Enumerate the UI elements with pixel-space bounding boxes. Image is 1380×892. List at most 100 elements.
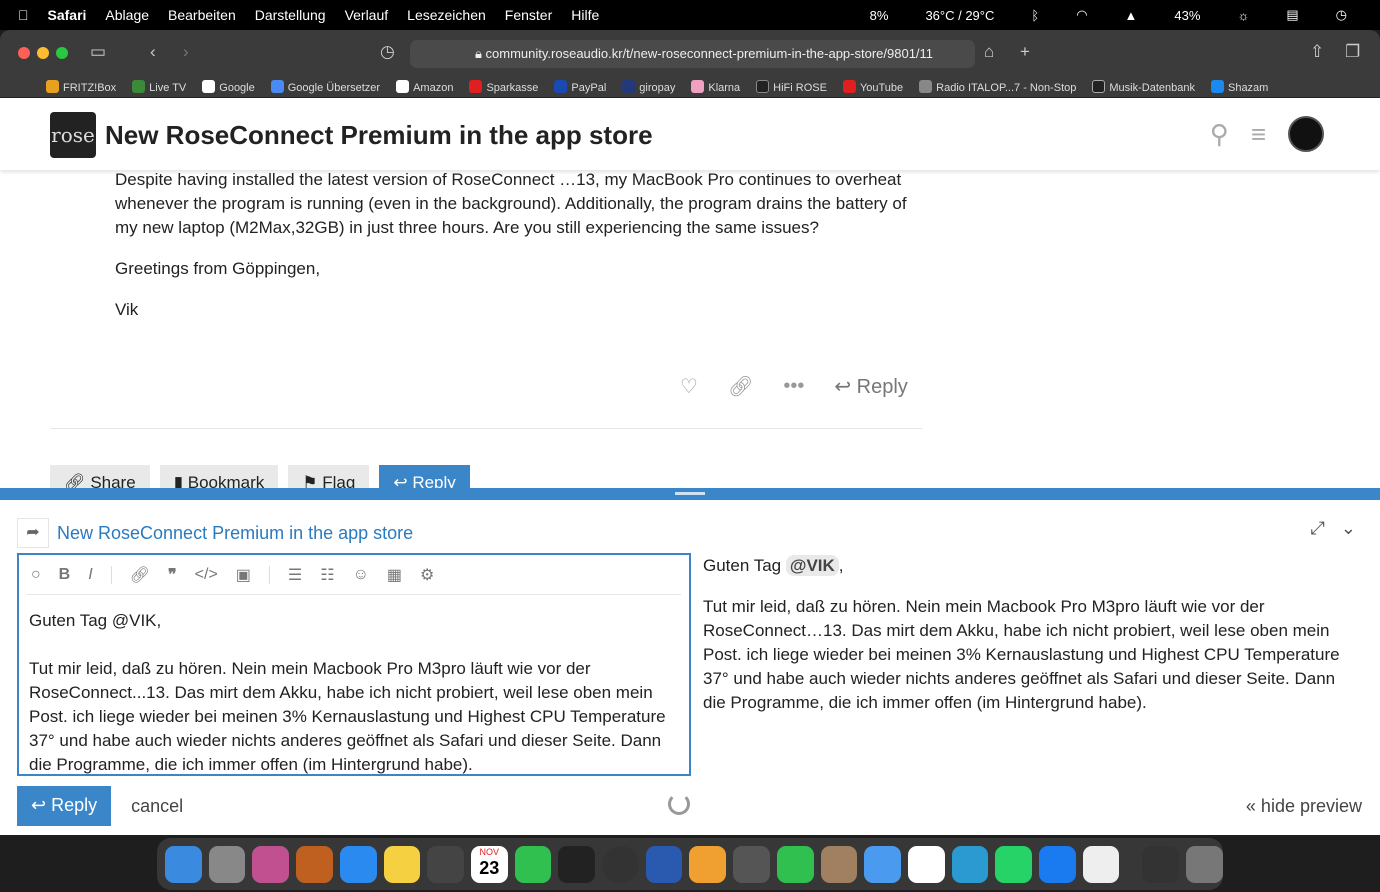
brightness-icon[interactable]: ☼	[1237, 8, 1249, 23]
app-icon[interactable]	[602, 845, 639, 883]
mail-icon[interactable]	[864, 845, 901, 883]
battery-status[interactable]: 43%	[1174, 8, 1200, 23]
bookmark-shazam[interactable]: Shazam	[1210, 79, 1268, 94]
sidebar-icon[interactable]: ▭	[90, 42, 106, 62]
italic-icon[interactable]: I	[88, 566, 92, 584]
page-title[interactable]: New RoseConnect Premium in the app store	[105, 120, 653, 151]
whatsapp-icon[interactable]	[995, 845, 1033, 883]
hide-preview-link[interactable]: « hide preview	[1246, 796, 1362, 817]
bookmark-youtube[interactable]: YouTube	[842, 79, 903, 94]
submit-reply-button[interactable]: ↩ Reply	[17, 786, 112, 826]
calculator-icon[interactable]	[427, 845, 464, 883]
system-settings-icon[interactable]	[208, 845, 246, 883]
copy-link-icon[interactable]: 🔗︎	[728, 374, 753, 399]
bookmark-google[interactable]: Google	[202, 79, 255, 94]
code-icon[interactable]: </>	[195, 566, 218, 584]
menu-fenster[interactable]: Fenster	[505, 7, 552, 23]
app-icon[interactable]	[645, 845, 683, 883]
bookmark-amazon[interactable]: Amazon	[396, 79, 453, 94]
app-icon[interactable]	[296, 845, 333, 883]
notes-icon[interactable]	[383, 845, 421, 883]
app-icon[interactable]	[1082, 845, 1120, 883]
calendar-icon[interactable]: ▦	[387, 565, 402, 585]
image-upload-icon[interactable]: ▣	[236, 565, 251, 585]
expand-icon[interactable]: ⤢	[1311, 518, 1325, 539]
user-avatar[interactable]	[1288, 116, 1324, 152]
wifi-icon[interactable]: ◠	[1076, 7, 1087, 23]
search-icon[interactable]: ⚲	[1210, 119, 1229, 150]
menu-verlauf[interactable]: Verlauf	[345, 7, 389, 23]
link-icon[interactable]: 🔗︎	[130, 565, 150, 585]
rose-connect-icon[interactable]	[558, 845, 596, 883]
bluetooth-icon[interactable]: ᛒ	[1031, 8, 1039, 23]
safari-icon[interactable]	[1039, 845, 1076, 883]
address-bar[interactable]: 🔒︎ community.roseaudio.kr/t/new-roseconn…	[410, 40, 975, 68]
trash-icon[interactable]	[1186, 845, 1223, 883]
downloads-icon[interactable]	[1142, 845, 1180, 883]
bookmark-giropay[interactable]: giropay	[622, 79, 675, 94]
bookmark-paypal[interactable]: PayPal	[554, 79, 606, 94]
bullet-list-icon[interactable]: ☰	[288, 565, 302, 585]
composer-textarea[interactable]: Guten Tag @VIK, Tut mir leid, daß zu hör…	[19, 595, 689, 791]
menu-hilfe[interactable]: Hilfe	[571, 7, 599, 23]
bookmark-radio-italop[interactable]: Radio ITALOP...7 - Non-Stop	[919, 79, 1076, 94]
bookmark-musik-datenbank[interactable]: Musik-Datenbank	[1092, 79, 1195, 94]
hamburger-menu-icon[interactable]: ≡	[1251, 119, 1266, 150]
messages-icon[interactable]	[514, 845, 552, 883]
zoom-window-button[interactable]	[56, 47, 68, 59]
mention-badge[interactable]: @VIK	[785, 555, 839, 576]
new-tab-icon[interactable]: +	[1020, 42, 1030, 62]
menu-lesezeichen[interactable]: Lesezeichen	[407, 7, 486, 23]
control-center-icon[interactable]: ▤	[1286, 7, 1298, 23]
bookmark-live-tv[interactable]: Live TV	[132, 79, 186, 94]
app-icon[interactable]	[689, 845, 727, 883]
app-store-icon[interactable]	[339, 845, 377, 883]
launchpad-icon[interactable]	[252, 845, 290, 883]
bold-icon[interactable]: B	[59, 566, 71, 584]
collapse-chevron-icon[interactable]: ⌄	[1341, 518, 1356, 539]
post-reply-button[interactable]: ↩ Reply	[834, 374, 907, 399]
blockquote-icon[interactable]: ❞	[168, 565, 177, 585]
app-icon[interactable]	[733, 845, 770, 883]
clock-icon[interactable]: ◷	[1336, 7, 1347, 23]
menu-bearbeiten[interactable]: Bearbeiten	[168, 7, 236, 23]
numbered-list-icon[interactable]: ☷	[320, 565, 334, 585]
site-logo[interactable]: rose	[50, 112, 96, 158]
cancel-link[interactable]: cancel	[131, 796, 183, 817]
home-icon[interactable]: ⌂	[984, 42, 994, 62]
composer-resize-handle[interactable]	[675, 492, 705, 495]
telegram-icon[interactable]	[951, 845, 989, 883]
like-heart-icon[interactable]: ♡	[680, 374, 698, 399]
bookmark-fritzbox[interactable]: FRITZ!Box	[46, 79, 116, 94]
reply-share-arrow-icon[interactable]: ➦	[17, 518, 49, 548]
calendar-app-icon[interactable]: NOV 23	[470, 845, 508, 883]
composer-topic-link[interactable]: New RoseConnect Premium in the app store	[57, 523, 413, 544]
minimize-window-button[interactable]	[37, 47, 49, 59]
back-icon[interactable]: ‹	[150, 42, 156, 62]
bookmark-sparkasse[interactable]: Sparkasse	[469, 79, 538, 94]
emoji-icon[interactable]: ☺	[353, 566, 369, 584]
more-options-icon[interactable]: •••	[783, 375, 804, 398]
close-window-button[interactable]	[18, 47, 30, 59]
apple-icon[interactable]: 	[18, 7, 29, 23]
finder-icon[interactable]	[165, 845, 202, 883]
photos-icon[interactable]	[907, 845, 945, 883]
tabs-overview-icon[interactable]: ❐	[1345, 42, 1360, 62]
notification-icon[interactable]: ▲	[1125, 8, 1138, 23]
forward-icon[interactable]: ›	[183, 42, 189, 62]
history-icon[interactable]: ◷	[380, 42, 395, 62]
gear-icon[interactable]: ⚙	[420, 565, 434, 585]
menu-ablage[interactable]: Ablage	[105, 7, 149, 23]
bookmark-klarna[interactable]: Klarna	[691, 79, 740, 94]
composer-editor[interactable]: ○ B I 🔗︎ ❞ </> ▣ ☰ ☷ ☺ ▦ ⚙ Guten Tag @VI…	[17, 553, 691, 776]
temperature-status[interactable]: 36°C / 29°C	[925, 8, 994, 23]
bookmark-hifi-rose[interactable]: HiFi ROSE	[756, 79, 827, 94]
facetime-icon[interactable]	[776, 845, 814, 883]
quote-bubble-icon[interactable]: ○	[31, 566, 41, 584]
share-icon[interactable]: ⇧	[1310, 42, 1324, 62]
menu-darstellung[interactable]: Darstellung	[255, 7, 326, 23]
bookmark-google-translate[interactable]: Google Übersetzer	[270, 79, 380, 94]
contacts-icon[interactable]	[820, 845, 858, 883]
menu-app[interactable]: Safari	[48, 7, 87, 23]
cpu-status[interactable]: 8%	[870, 8, 889, 23]
